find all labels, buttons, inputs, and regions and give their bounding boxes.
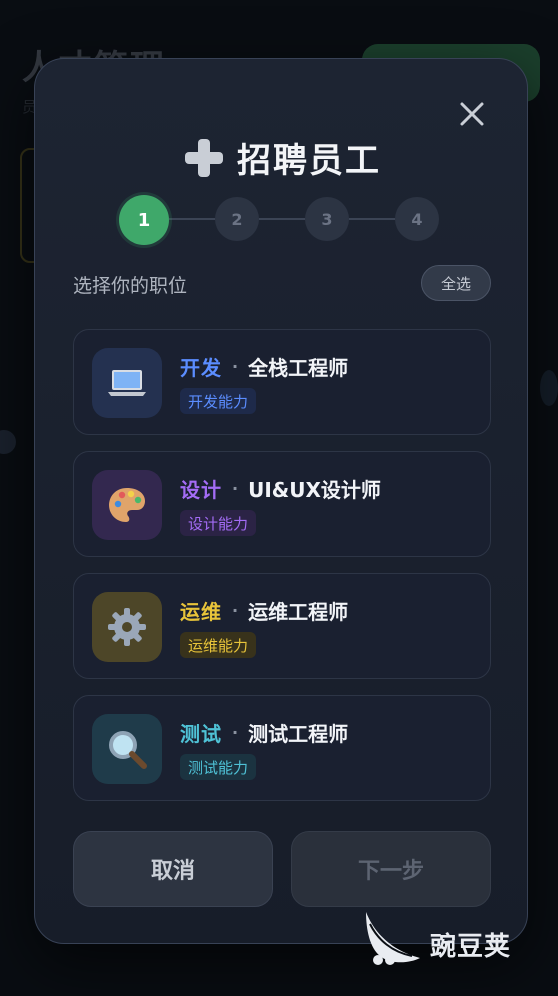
step-4: 4 xyxy=(395,197,439,241)
step-connector xyxy=(349,218,395,220)
separator-dot: · xyxy=(232,357,239,376)
role-category: 测试 xyxy=(180,722,222,746)
step-connector xyxy=(259,218,305,220)
role-name: 运维工程师 xyxy=(248,600,349,624)
role-card-design[interactable]: 设计 · UI&UX设计师 设计能力 xyxy=(73,451,491,557)
skill-tag: 开发能力 xyxy=(180,388,257,414)
skill-tag: 设计能力 xyxy=(180,510,257,536)
pea-pod-logo-icon xyxy=(366,912,420,965)
separator-dot: · xyxy=(232,479,239,498)
modal-header: 招聘员工 xyxy=(35,133,529,182)
cancel-button[interactable]: 取消 xyxy=(73,831,273,907)
role-name: UI&UX设计师 xyxy=(248,478,381,502)
role-category: 开发 xyxy=(180,356,222,380)
watermark: 豌豆荚 xyxy=(364,910,534,972)
close-icon xyxy=(460,102,484,126)
role-category: 运维 xyxy=(180,600,222,624)
section-label: 选择你的职位 xyxy=(73,275,188,297)
role-card-qa[interactable]: 测试 · 测试工程师 测试能力 xyxy=(73,695,491,801)
separator-dot: · xyxy=(232,601,239,620)
hire-employee-modal: 招聘员工 1 2 3 4 选择你的职位 全选 开发 · 全栈工程师 开发能力 设… xyxy=(34,58,528,944)
step-3: 3 xyxy=(305,197,349,241)
select-all-button[interactable]: 全选 xyxy=(421,265,491,301)
role-card-dev[interactable]: 开发 · 全栈工程师 开发能力 xyxy=(73,329,491,435)
palette-icon xyxy=(92,470,162,540)
separator-dot: · xyxy=(232,723,239,742)
close-button[interactable] xyxy=(455,97,489,131)
skill-tag: 运维能力 xyxy=(180,632,257,658)
step-connector xyxy=(169,218,215,220)
plus-icon xyxy=(183,137,225,179)
role-name: 全栈工程师 xyxy=(248,356,349,380)
modal-title: 招聘员工 xyxy=(237,141,381,181)
skill-tag: 测试能力 xyxy=(180,754,257,780)
step-1: 1 xyxy=(119,195,169,245)
role-name: 测试工程师 xyxy=(248,722,349,746)
role-card-ops[interactable]: 运维 · 运维工程师 运维能力 xyxy=(73,573,491,679)
next-step-button[interactable]: 下一步 xyxy=(291,831,491,907)
role-category: 设计 xyxy=(180,478,222,502)
magnifier-icon xyxy=(92,714,162,784)
watermark-text: 豌豆荚 xyxy=(430,932,512,962)
gear-icon xyxy=(92,592,162,662)
step-2: 2 xyxy=(215,197,259,241)
laptop-icon xyxy=(92,348,162,418)
step-indicator: 1 2 3 4 xyxy=(119,195,439,245)
